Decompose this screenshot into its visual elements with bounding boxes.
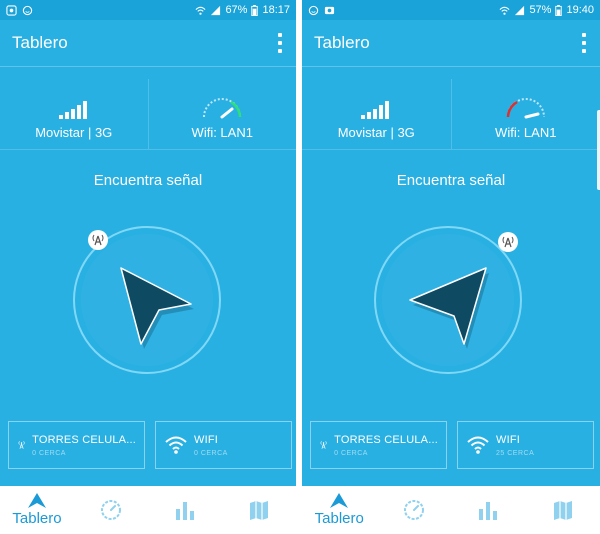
notification-icon xyxy=(324,6,335,14)
nav-tab-map[interactable] xyxy=(222,486,296,534)
phone-screen-1: 67% 18:17 Tablero Movistar | 3G Wifi: LA… xyxy=(0,0,296,534)
wifi-count: 0 CERCA xyxy=(194,449,228,457)
wifi-icon xyxy=(165,436,187,454)
notification-icon xyxy=(22,5,33,15)
battery-percent: 67% xyxy=(225,4,248,16)
wifi-networks-card[interactable]: WIFI 0 CERCA xyxy=(155,421,292,469)
page-title: Tablero xyxy=(12,33,68,52)
wifi-count: 25 CERCA xyxy=(496,449,535,457)
status-bar: 57% 19:40 xyxy=(302,0,600,20)
phone-screen-2: 57% 19:40 Tablero Movistar | 3G Wifi: LA… xyxy=(302,0,600,534)
nav-tab-speed[interactable] xyxy=(377,486,452,534)
wifi-cell: Wifi: LAN1 xyxy=(147,79,297,149)
overflow-menu-button[interactable] xyxy=(578,33,590,53)
status-time: 18:17 xyxy=(262,4,290,16)
cell-towers-title: TORRES CELULA... xyxy=(32,433,136,446)
carrier-label: Movistar | 3G xyxy=(337,125,415,140)
cell-towers-card[interactable]: TORRES CELULA... 0 CERCA xyxy=(310,421,447,469)
bar-chart-icon xyxy=(479,502,498,520)
signal-bars-icon xyxy=(58,101,87,119)
battery-percent: 57% xyxy=(529,4,552,16)
alarm-icon xyxy=(6,4,17,16)
wifi-label: Wifi: LAN1 xyxy=(191,125,253,140)
nav-tab-dashboard-label: Tablero xyxy=(314,510,364,527)
tower-marker-icon xyxy=(88,230,108,250)
wifi-label: Wifi: LAN1 xyxy=(495,125,557,140)
app-bar: Tablero xyxy=(0,20,296,67)
find-signal-label: Encuentra señal xyxy=(93,172,203,189)
bottom-navigation: Tablero xyxy=(302,486,600,534)
map-icon xyxy=(553,501,572,520)
cell-towers-card[interactable]: TORRES CELULA... 0 CERCA xyxy=(8,421,145,469)
page-title: Tablero xyxy=(314,33,370,52)
nav-tab-speed[interactable] xyxy=(74,486,148,534)
tower-marker-icon xyxy=(498,232,518,252)
battery-icon xyxy=(555,4,563,16)
carrier-cell: Movistar | 3G xyxy=(302,67,451,149)
nav-tab-stats[interactable] xyxy=(148,486,222,534)
wifi-cell: Wifi: LAN1 xyxy=(450,79,600,149)
cell-tower-icon xyxy=(320,441,327,449)
signal-status-icon xyxy=(211,5,221,15)
find-signal-label: Encuentra señal xyxy=(396,172,506,189)
wifi-gauge-icon xyxy=(506,98,545,119)
wifi-icon xyxy=(467,436,489,454)
signal-status-icon xyxy=(515,5,525,15)
status-time: 19:40 xyxy=(566,4,594,16)
network-status-row: Movistar | 3G Wifi: LAN1 xyxy=(302,67,600,150)
nav-tab-dashboard-label: Tablero xyxy=(12,510,62,527)
nav-tab-stats[interactable] xyxy=(451,486,526,534)
nav-tab-map[interactable] xyxy=(526,486,600,534)
cell-towers-count: 0 CERCA xyxy=(32,449,66,457)
nav-tab-dashboard[interactable]: Tablero xyxy=(0,486,74,534)
bar-chart-icon xyxy=(176,502,194,520)
battery-icon xyxy=(251,4,259,16)
nav-tab-dashboard[interactable]: Tablero xyxy=(302,486,377,534)
dashboard-arrow-icon xyxy=(330,493,349,508)
signal-compass[interactable] xyxy=(368,220,528,380)
nearby-cards: TORRES CELULA... 0 CERCA WIFI 0 CERCA xyxy=(8,421,292,469)
wifi-title: WIFI xyxy=(194,433,219,446)
wifi-networks-card[interactable]: WIFI 25 CERCA xyxy=(457,421,594,469)
speedometer-icon xyxy=(403,500,424,520)
nearby-cards: TORRES CELULA... 0 CERCA WIFI 25 CERCA xyxy=(310,421,596,469)
dashboard-arrow-icon xyxy=(28,493,46,508)
status-bar: 67% 18:17 xyxy=(0,0,296,20)
wifi-status-icon xyxy=(499,6,510,15)
cell-towers-count: 0 CERCA xyxy=(334,449,368,457)
overflow-menu-button[interactable] xyxy=(274,33,286,53)
signal-compass[interactable] xyxy=(67,220,227,380)
signal-bars-icon xyxy=(361,101,390,119)
speedometer-icon xyxy=(101,500,121,520)
cell-tower-icon xyxy=(18,441,25,449)
cell-towers-title: TORRES CELULA... xyxy=(334,433,438,446)
carrier-label: Movistar | 3G xyxy=(35,125,113,140)
network-status-row: Movistar | 3G Wifi: LAN1 xyxy=(0,67,296,150)
wifi-status-icon xyxy=(195,6,206,15)
wifi-gauge-icon xyxy=(203,98,242,119)
app-bar: Tablero xyxy=(302,20,600,67)
alarm-icon xyxy=(308,5,319,15)
bottom-navigation: Tablero xyxy=(0,486,296,534)
carrier-cell: Movistar | 3G xyxy=(0,67,148,149)
map-icon xyxy=(250,501,268,520)
wifi-title: WIFI xyxy=(496,433,521,446)
